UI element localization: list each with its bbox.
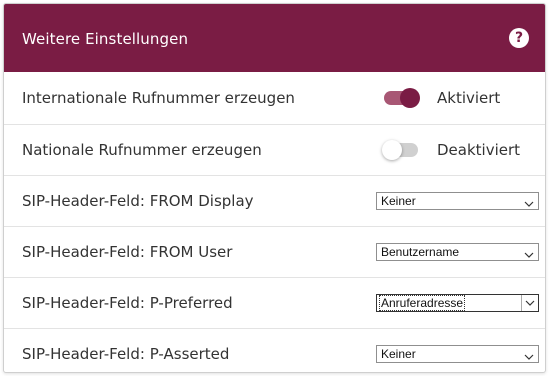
row-label: SIP-Header-Feld: FROM Display bbox=[22, 192, 254, 210]
settings-panel: Weitere Einstellungen ? Internationale R… bbox=[3, 3, 546, 373]
toggle-knob bbox=[400, 88, 420, 108]
chevron-down-icon bbox=[523, 246, 535, 258]
row-label: SIP-Header-Feld: P-Asserted bbox=[22, 345, 230, 363]
international-number-toggle[interactable] bbox=[384, 88, 420, 108]
p-asserted-select[interactable]: Keiner bbox=[376, 345, 539, 363]
select-value: Keiner bbox=[381, 194, 416, 208]
toggle-state-label: Deaktiviert bbox=[437, 141, 521, 159]
row-label: Nationale Rufnummer erzeugen bbox=[22, 141, 262, 159]
from-display-select[interactable]: Keiner bbox=[376, 192, 539, 210]
help-icon[interactable]: ? bbox=[509, 28, 529, 48]
toggle-knob bbox=[382, 140, 402, 160]
row-label: SIP-Header-Feld: FROM User bbox=[22, 243, 233, 261]
national-number-toggle[interactable] bbox=[382, 140, 418, 160]
panel-title: Weitere Einstellungen bbox=[22, 30, 189, 48]
select-value: Anruferadresse bbox=[378, 295, 466, 311]
select-value: Keiner bbox=[381, 347, 416, 361]
row-p-asserted: SIP-Header-Feld: P-Asserted Keiner bbox=[4, 329, 545, 372]
row-from-user: SIP-Header-Feld: FROM User Benutzername bbox=[4, 227, 545, 278]
select-value: Benutzername bbox=[381, 245, 460, 259]
toggle-state-label: Aktiviert bbox=[437, 89, 501, 107]
chevron-down-icon bbox=[523, 195, 535, 207]
row-from-display: SIP-Header-Feld: FROM Display Keiner bbox=[4, 176, 545, 227]
row-label: SIP-Header-Feld: P-Preferred bbox=[22, 294, 233, 312]
chevron-down-icon bbox=[521, 295, 538, 311]
row-national-number: Nationale Rufnummer erzeugen Deaktiviert bbox=[4, 125, 545, 176]
p-preferred-select[interactable]: Anruferadresse bbox=[376, 294, 539, 312]
row-label: Internationale Rufnummer erzeugen bbox=[22, 89, 295, 107]
chevron-down-icon bbox=[523, 348, 535, 360]
row-p-preferred: SIP-Header-Feld: P-Preferred Anruferadre… bbox=[4, 278, 545, 329]
from-user-select[interactable]: Benutzername bbox=[376, 243, 539, 261]
settings-list: Internationale Rufnummer erzeugen Aktivi… bbox=[4, 72, 545, 372]
row-international-number: Internationale Rufnummer erzeugen Aktivi… bbox=[4, 72, 545, 125]
panel-header: Weitere Einstellungen ? bbox=[4, 4, 545, 72]
